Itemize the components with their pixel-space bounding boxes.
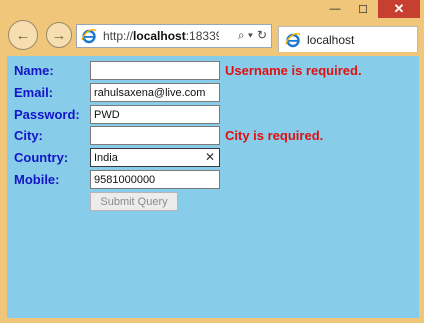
page-content: Name: Username is required. Email: rahul… xyxy=(7,56,419,318)
address-url: http://localhost:18339/ xyxy=(103,29,219,43)
name-row: Name: Username is required. xyxy=(7,61,419,81)
city-error: City is required. xyxy=(225,128,324,143)
ie-icon xyxy=(81,29,97,44)
close-icon: ✕ xyxy=(393,1,405,16)
maximize-button[interactable]: ☐ xyxy=(350,0,376,18)
refresh-icon[interactable]: ↻ xyxy=(257,28,267,43)
close-button[interactable]: ✕ xyxy=(378,0,420,18)
minimize-icon: — xyxy=(329,3,341,15)
email-label: Email: xyxy=(14,85,54,100)
mobile-label: Mobile: xyxy=(14,172,60,187)
window-frame-bottom xyxy=(0,318,424,323)
password-row: Password: PWD xyxy=(7,105,419,125)
arrow-left-icon: ← xyxy=(15,26,31,44)
mobile-row: Mobile: 9581000000 xyxy=(7,170,419,190)
name-error: Username is required. xyxy=(225,63,362,78)
password-label: Password: xyxy=(14,107,80,122)
country-input[interactable]: India ✕ xyxy=(90,148,220,167)
name-input[interactable] xyxy=(90,61,220,80)
maximize-icon: ☐ xyxy=(358,3,368,16)
mobile-input[interactable]: 9581000000 xyxy=(90,170,220,189)
password-input[interactable]: PWD xyxy=(90,105,220,124)
city-label: City: xyxy=(14,128,43,143)
country-value: India xyxy=(94,152,118,164)
city-row: City: City is required. xyxy=(7,126,419,146)
window-frame-right xyxy=(419,56,424,323)
email-input[interactable]: rahulsaxena@live.com xyxy=(90,83,220,102)
back-button[interactable]: ← xyxy=(8,20,38,50)
country-row: Country: India ✕ xyxy=(7,148,419,168)
arrow-right-icon: → xyxy=(51,26,67,44)
name-label: Name: xyxy=(14,63,54,78)
clear-icon[interactable]: ✕ xyxy=(205,150,215,164)
submit-button[interactable]: Submit Query xyxy=(90,192,178,211)
address-bar[interactable]: http://localhost:18339/ ⌕ ▾ ↻ xyxy=(76,24,272,48)
tab-title: localhost xyxy=(307,32,355,47)
email-row: Email: rahulsaxena@live.com xyxy=(7,83,419,103)
country-label: Country: xyxy=(14,150,69,165)
tab-localhost[interactable]: localhost xyxy=(278,26,418,52)
window-frame-left xyxy=(0,56,7,323)
ie-icon xyxy=(285,32,301,47)
search-icon[interactable]: ⌕ ▾ xyxy=(238,28,253,43)
minimize-button[interactable]: — xyxy=(322,0,348,18)
city-input[interactable] xyxy=(90,126,220,145)
forward-button[interactable]: → xyxy=(46,22,72,48)
